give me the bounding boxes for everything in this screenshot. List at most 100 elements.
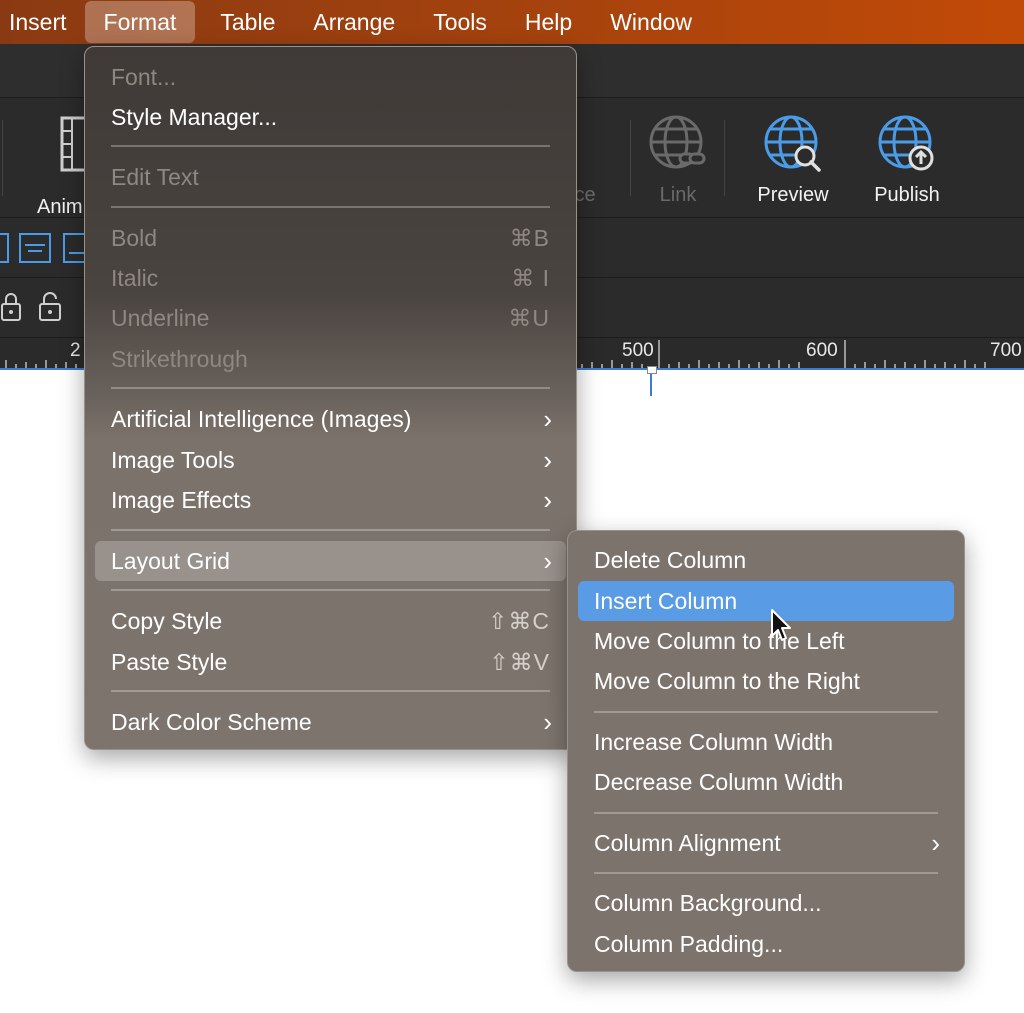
menu-separator — [111, 206, 550, 208]
menu-item-label: Artificial Intelligence (Images) — [111, 406, 412, 432]
menu-item-insert-column[interactable]: Insert Column — [578, 581, 954, 621]
menu-item-image-effects[interactable]: Image Effects › — [95, 480, 566, 520]
menu-item-label: Underline — [111, 305, 210, 331]
menu-item-copy-style[interactable]: Copy Style ⇧⌘C — [95, 601, 566, 641]
lock-group-icon[interactable] — [0, 291, 24, 323]
format-menu: Font... Style Manager... Edit Text Bold … — [84, 46, 577, 750]
shortcut-label: ⌘U — [508, 305, 550, 331]
menu-item-label: Image Tools — [111, 447, 235, 473]
menu-item-label: Strikethrough — [111, 346, 248, 372]
menu-item-bold: Bold ⌘B — [95, 218, 566, 258]
menu-item-label: Decrease Column Width — [594, 769, 844, 795]
toolbar-separator — [724, 120, 725, 196]
menu-item-paste-style[interactable]: Paste Style ⇧⌘V — [95, 642, 566, 682]
menu-tools[interactable]: Tools — [414, 0, 506, 44]
chevron-right-icon: › — [543, 707, 552, 737]
chevron-right-icon: › — [543, 445, 552, 475]
align-right-icon[interactable] — [63, 233, 85, 263]
menu-item-image-tools[interactable]: Image Tools › — [95, 440, 566, 480]
link-button[interactable]: Link — [640, 98, 716, 218]
menu-item-label: Bold — [111, 225, 158, 251]
menu-item-ai-images[interactable]: Artificial Intelligence (Images) › — [95, 399, 566, 439]
menu-item-italic: Italic ⌘ I — [95, 258, 566, 298]
menu-separator — [111, 145, 550, 147]
globe-upload-icon — [878, 115, 934, 171]
menu-separator — [111, 589, 550, 591]
toolbar-separator — [630, 120, 631, 196]
menu-item-style-manager[interactable]: Style Manager... — [95, 97, 566, 137]
mouse-cursor-icon — [771, 609, 791, 641]
menu-item-layout-grid[interactable]: Layout Grid › — [95, 541, 566, 581]
menu-item-label: Move Column to the Left — [594, 628, 845, 654]
chevron-right-icon: › — [543, 546, 552, 576]
menu-item-label: Italic — [111, 265, 159, 291]
menu-item-label: Increase Column Width — [594, 729, 834, 755]
menu-item-label: Copy Style — [111, 608, 223, 634]
menu-item-column-padding[interactable]: Column Padding... — [578, 924, 954, 964]
menu-item-label: Paste Style — [111, 649, 228, 675]
menu-item-label: Column Background... — [594, 890, 822, 916]
menu-separator — [594, 872, 938, 874]
menu-item-strikethrough: Strikethrough — [95, 339, 566, 379]
preview-button[interactable]: Preview — [748, 98, 838, 218]
ruler-label: 600 — [806, 340, 838, 361]
shortcut-label: ⇧⌘C — [488, 608, 550, 634]
menu-item-label: Style Manager... — [111, 104, 278, 130]
unlock-icon[interactable] — [38, 291, 64, 323]
menu-table[interactable]: Table — [201, 0, 294, 44]
shortcut-label: ⌘ I — [511, 265, 550, 291]
menu-item-label: Font... — [111, 64, 177, 90]
menu-item-label: Move Column to the Right — [594, 668, 860, 694]
shortcut-label: ⇧⌘V — [489, 649, 550, 675]
menu-item-move-column-left[interactable]: Move Column to the Left — [578, 621, 954, 661]
menu-item-label: Insert Column — [594, 588, 738, 614]
menu-bar: Insert Format Table Arrange Tools Help W… — [0, 0, 1024, 44]
menu-insert[interactable]: Insert — [0, 0, 79, 44]
menu-item-label: Image Effects — [111, 487, 252, 513]
chevron-right-icon: › — [543, 485, 552, 515]
menu-item-label: Dark Color Scheme — [111, 709, 312, 735]
menu-window[interactable]: Window — [591, 0, 711, 44]
menu-help[interactable]: Help — [506, 0, 591, 44]
menu-item-column-background[interactable]: Column Background... — [578, 883, 954, 923]
menu-item-font: Font... — [95, 57, 566, 97]
ruler-marker[interactable] — [647, 366, 657, 374]
align-left-icon[interactable] — [0, 233, 10, 263]
publish-label: Publish — [874, 184, 940, 206]
menu-item-label: Column Alignment — [594, 830, 781, 856]
layout-grid-submenu: Delete Column Insert Column Move Column … — [567, 530, 965, 972]
link-label: Link — [659, 184, 697, 206]
menu-format[interactable]: Format — [84, 1, 196, 43]
publish-button[interactable]: Publish — [862, 98, 952, 218]
menu-arrange[interactable]: Arrange — [294, 0, 414, 44]
menu-separator — [594, 812, 938, 814]
chevron-right-icon: › — [543, 404, 552, 434]
menu-separator — [594, 711, 938, 713]
menu-item-column-alignment[interactable]: Column Alignment › — [578, 823, 954, 863]
animate-button[interactable]: Anim — [30, 112, 100, 222]
menu-item-move-column-right[interactable]: Move Column to the Right — [578, 661, 954, 701]
menu-item-dark-color-scheme[interactable]: Dark Color Scheme › — [95, 702, 566, 742]
preview-label: Preview — [757, 184, 829, 206]
menu-item-label: Layout Grid — [111, 548, 230, 574]
menu-item-increase-column-width[interactable]: Increase Column Width — [578, 722, 954, 762]
chevron-right-icon: › — [931, 828, 940, 858]
menu-item-label: Column Padding... — [594, 931, 784, 957]
menu-item-decrease-column-width[interactable]: Decrease Column Width — [578, 762, 954, 802]
menu-item-underline: Underline ⌘U — [95, 298, 566, 338]
globe-search-icon — [764, 115, 821, 172]
menu-separator — [111, 690, 550, 692]
ruler-label: 2 — [70, 340, 81, 361]
align-center-icon[interactable] — [19, 233, 51, 263]
shortcut-label: ⌘B — [509, 225, 550, 251]
ruler-label: 700 — [990, 340, 1022, 361]
menu-item-delete-column[interactable]: Delete Column — [578, 540, 954, 580]
menu-separator — [111, 387, 550, 389]
menu-item-label: Edit Text — [111, 164, 199, 190]
menu-item-edit-text: Edit Text — [95, 157, 566, 197]
menu-item-label: Delete Column — [594, 547, 747, 573]
toolbar-separator — [2, 120, 3, 196]
menu-separator — [111, 529, 550, 531]
ruler-label: 500 — [622, 340, 654, 361]
globe-link-icon — [649, 115, 706, 169]
